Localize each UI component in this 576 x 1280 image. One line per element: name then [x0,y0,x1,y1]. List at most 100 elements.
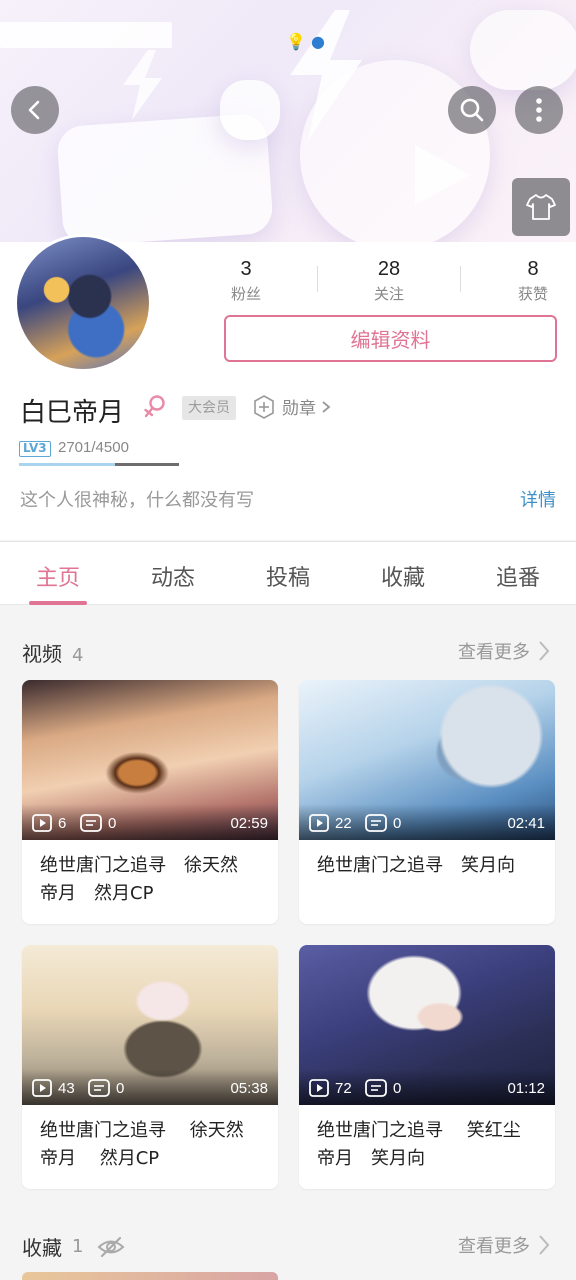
active-tab-indicator [29,601,87,605]
lightning-decoration [290,10,362,140]
exp-text: 2701/4500 [58,439,129,456]
level-badge: LV3 [19,441,51,457]
stat-label: 获赞 [517,285,548,303]
play-count-value: 43 [58,1079,75,1097]
video-duration: 02:41 [507,815,545,832]
play-icon [309,814,329,832]
chevron-right-icon [322,400,331,413]
video-thumbnail: 6 0 02:59 [22,680,278,840]
medal-label: 勋章 [282,399,316,419]
video-title: 绝世唐门之追寻 徐天然 帝月 然月CP [40,855,256,904]
more-button[interactable] [515,86,563,134]
video-card[interactable]: 22 0 02:41 绝世唐门之追寻 笑月向 [299,680,555,924]
divider [460,266,461,292]
video-thumbnail: 43 0 05:38 [22,945,278,1105]
section-count: 4 [72,645,84,666]
stat-likes[interactable]: 8 获赞 [493,258,573,304]
profile-banner: 💡 ● [0,0,576,242]
danmaku-count-value: 0 [108,814,117,832]
video-meta: 72 0 01:12 [299,1069,555,1105]
play-icon [32,814,52,832]
danmaku-count-value: 0 [116,1079,125,1097]
search-button[interactable] [448,86,496,134]
video-meta: 43 0 05:38 [22,1069,278,1105]
banner-decoration [470,10,576,90]
video-duration: 05:38 [230,1080,268,1097]
avatar[interactable] [14,234,152,372]
stat-value: 8 [527,258,539,280]
videos-section-title: 视频 4 [22,638,83,667]
profile-tabs: 主页 动态 投稿 收藏 追番 [0,541,576,605]
video-meta: 22 0 02:41 [299,804,555,840]
danmaku-count-value: 0 [393,814,402,832]
play-count-value: 22 [335,814,352,832]
video-duration: 01:12 [507,1080,545,1097]
medal-link[interactable]: 勋章 [252,394,332,419]
tab-home[interactable]: 主页 [18,560,98,592]
arrow-left-icon [28,100,40,120]
tab-submissions[interactable]: 投稿 [248,560,328,592]
stat-following[interactable]: 28 关注 [349,258,429,304]
tab-favorites[interactable]: 收藏 [363,560,443,592]
theme-button[interactable] [512,178,570,236]
stat-value: 3 [240,258,252,280]
play-icon [32,1079,52,1097]
user-name: 白巳帝月 [20,398,125,428]
stat-followers[interactable]: 3 粉丝 [206,258,286,304]
play-icon [309,1079,329,1097]
video-title: 绝世唐门之追寻 笑月向 [317,855,515,876]
video-thumbnail: 22 0 02:41 [299,680,555,840]
chevron-right-icon [539,641,550,661]
divider [317,266,318,292]
play-count: 72 [309,1079,352,1097]
video-meta: 6 0 02:59 [22,804,278,840]
more-vertical-icon [536,98,542,122]
section-title-text: 收藏 [22,1236,62,1260]
video-thumbnail: 72 0 01:12 [299,945,555,1105]
video-card[interactable]: 6 0 02:59 绝世唐门之追寻 徐天然 帝月 然月CP [22,680,278,924]
play-triangle-decoration [415,145,470,205]
back-button[interactable] [11,86,59,134]
banner-decoration [220,80,280,140]
danmaku-icon [88,1079,110,1097]
danmaku-count: 0 [80,814,116,832]
tab-bangumi[interactable]: 追番 [478,560,558,592]
favorite-card-peek[interactable] [22,1272,278,1280]
section-count: 1 [72,1236,84,1257]
edit-profile-button[interactable]: 编辑资料 [224,315,557,362]
video-card[interactable]: 43 0 05:38 绝世唐门之追寻 徐天然 帝月 然月CP [22,945,278,1189]
play-count: 43 [32,1079,75,1097]
female-icon [144,395,165,418]
vip-badge[interactable]: 大会员 [182,396,236,420]
videos-more-link[interactable]: 查看更多 [458,638,550,664]
detail-link[interactable]: 详情 [520,486,556,512]
tab-dynamics[interactable]: 动态 [133,560,213,592]
danmaku-icon [365,1079,387,1097]
favorites-more-link[interactable]: 查看更多 [458,1232,550,1258]
danmaku-count-value: 0 [393,1079,402,1097]
lightning-decoration [123,50,162,120]
profile-card: 3 粉丝 28 关注 8 获赞 编辑资料 白巳帝月 大会员 勋章 LV3 270… [0,234,576,540]
medal-icon [254,394,274,419]
video-card[interactable]: 72 0 01:12 绝世唐门之追寻 笑红尘 帝月 笑月向 [299,945,555,1189]
stat-label: 关注 [373,285,404,303]
danmaku-icon [365,814,387,832]
status-icons: 💡 ● [286,32,325,51]
stat-label: 粉丝 [230,285,261,303]
status-bar [0,22,172,48]
video-title: 绝世唐门之追寻 笑红尘 帝月 笑月向 [317,1120,539,1169]
danmaku-icon [80,814,102,832]
play-count: 6 [32,814,66,832]
section-title-text: 视频 [22,642,62,666]
eye-off-icon[interactable] [97,1236,125,1258]
video-title: 绝世唐门之追寻 徐天然 帝月 然月CP [40,1120,268,1169]
chevron-right-icon [539,1235,550,1255]
stat-value: 28 [377,258,401,280]
exp-progress-bar [19,463,179,466]
play-count-value: 72 [335,1079,352,1097]
video-duration: 02:59 [230,815,268,832]
danmaku-count: 0 [365,814,401,832]
danmaku-count: 0 [88,1079,124,1097]
more-label: 查看更多 [458,1236,530,1257]
shirt-icon [526,194,556,220]
